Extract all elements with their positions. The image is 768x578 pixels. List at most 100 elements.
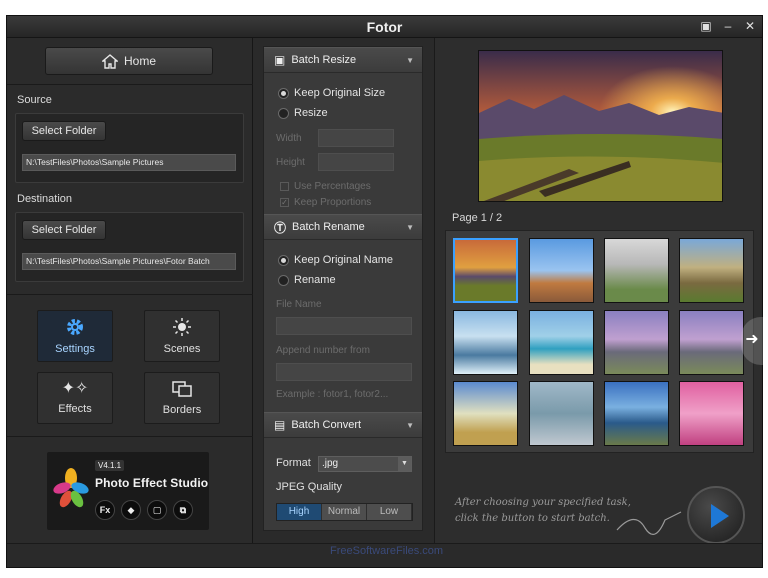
jpeg-quality-label: JPEG Quality: [276, 481, 343, 493]
source-label: Source: [17, 94, 52, 106]
radio-label: Keep Original Size: [294, 87, 386, 99]
batch-rename-header[interactable]: Ⓣ Batch Rename ▼: [264, 214, 422, 240]
thumbnail-grid: [445, 230, 754, 453]
keep-proportions-checkbox[interactable]: ✓ Keep Proportions: [280, 197, 371, 208]
home-icon: [101, 53, 118, 69]
section-title: Batch Rename: [292, 221, 365, 233]
checkbox-label: Keep Proportions: [294, 197, 372, 208]
append-number-input[interactable]: [276, 363, 412, 381]
watermark-text: FreeSoftwareFiles.com: [330, 545, 444, 557]
thumbnail[interactable]: [529, 310, 594, 375]
width-input[interactable]: [318, 129, 394, 147]
frames-icon: [172, 381, 192, 397]
file-name-input[interactable]: [276, 317, 412, 335]
thumbnail[interactable]: [679, 310, 744, 375]
format-label: Format: [276, 457, 311, 469]
resize-radio[interactable]: Resize: [278, 107, 328, 119]
radio-label: Rename: [294, 274, 336, 286]
home-button[interactable]: Home: [45, 47, 213, 75]
app-window: Fotor ▣ – ✕ Home Source Select Folder N:…: [6, 15, 763, 568]
divider: [7, 436, 253, 437]
left-panel: Home Source Select Folder N:\TestFiles\P…: [7, 38, 253, 543]
app-title: Fotor: [366, 19, 403, 35]
jpeg-quality-selector: High Normal Low: [276, 503, 413, 521]
source-path-field[interactable]: N:\TestFiles\Photos\Sample Pictures: [22, 154, 236, 171]
diamond-icon: ◆: [121, 500, 141, 520]
home-label: Home: [123, 54, 156, 68]
batch-convert-header[interactable]: ▤ Batch Convert ▼: [264, 412, 422, 438]
append-number-label: Append number from: [276, 345, 370, 356]
height-label: Height: [276, 157, 305, 168]
restore-icon[interactable]: ▣: [697, 18, 715, 34]
close-icon[interactable]: ✕: [741, 18, 759, 34]
thumbnail[interactable]: [679, 238, 744, 303]
page-indicator: Page 1 / 2: [452, 212, 503, 224]
tool-scenes[interactable]: Scenes: [144, 310, 220, 362]
rename-icon: Ⓣ: [274, 220, 287, 235]
thumbnail[interactable]: [453, 238, 518, 303]
quality-low[interactable]: Low: [367, 504, 412, 520]
destination-path-field[interactable]: N:\TestFiles\Photos\Sample Pictures\Foto…: [22, 253, 236, 270]
quality-high[interactable]: High: [277, 504, 322, 520]
destination-select-folder-button[interactable]: Select Folder: [22, 220, 106, 240]
tool-borders[interactable]: Borders: [144, 372, 220, 424]
fx-icon: Fx: [95, 500, 115, 520]
format-value: .jpg: [322, 458, 339, 469]
thumbnail[interactable]: [604, 381, 669, 446]
thumbnail[interactable]: [453, 381, 518, 446]
keep-original-size-radio[interactable]: Keep Original Size: [278, 87, 385, 99]
version-badge: V4.1.1: [95, 460, 125, 471]
thumbnail[interactable]: [679, 381, 744, 446]
batch-options-panel: ▣ Batch Resize ▼ Keep Original Size Resi…: [263, 46, 423, 531]
rename-radio[interactable]: Rename: [278, 274, 336, 286]
chevron-down-icon: ▼: [406, 223, 414, 232]
flower-logo-icon: [53, 468, 89, 508]
format-select[interactable]: .jpg ▼: [318, 456, 412, 472]
checkbox-box: ✓: [280, 198, 289, 207]
width-label: Width: [276, 133, 302, 144]
source-select-folder-button[interactable]: Select Folder: [22, 121, 106, 141]
photo-effect-studio-promo[interactable]: V4.1.1 Photo Effect Studio Fx ◆ ▢ ⧉: [47, 452, 209, 530]
thumbnail[interactable]: [453, 310, 518, 375]
sparkle-icon: ✦✧: [61, 380, 89, 397]
crop-frame-icon: ▢: [147, 500, 167, 520]
start-batch-play-button[interactable]: [687, 486, 745, 544]
thumbnail[interactable]: [529, 238, 594, 303]
divider: [7, 84, 253, 85]
use-percentages-checkbox[interactable]: Use Percentages: [280, 181, 371, 192]
thumbnail[interactable]: [529, 381, 594, 446]
chevron-down-icon: ▼: [406, 56, 414, 65]
divider: [7, 294, 253, 295]
tool-effects[interactable]: ✦✧ Effects: [37, 372, 113, 424]
radio-dot: [278, 274, 289, 286]
radio-label: Resize: [294, 107, 328, 119]
radio-label: Keep Original Name: [294, 254, 394, 266]
thumbnail[interactable]: [604, 310, 669, 375]
radio-dot: [278, 254, 289, 266]
tool-settings[interactable]: Settings: [37, 310, 113, 362]
crop-icon: ⧉: [173, 500, 193, 520]
keep-original-name-radio[interactable]: Keep Original Name: [278, 254, 393, 266]
start-hint-text: After choosing your specified task, clic…: [455, 497, 631, 524]
title-bar: Fotor ▣ – ✕: [7, 16, 762, 38]
destination-box: Select Folder N:\TestFiles\Photos\Sample…: [15, 212, 244, 282]
radio-dot: [278, 87, 289, 99]
destination-label: Destination: [17, 193, 73, 205]
product-name: Photo Effect Studio: [95, 476, 209, 490]
chevron-down-icon: ▼: [398, 457, 411, 471]
preview-image: [478, 50, 723, 202]
minimize-icon[interactable]: –: [719, 18, 737, 34]
document-icon: ▤: [274, 418, 286, 432]
quality-normal[interactable]: Normal: [322, 504, 367, 520]
rename-example: Example : fotor1, fotor2...: [276, 389, 389, 400]
tool-label: Effects: [58, 403, 92, 415]
curved-arrow-icon: [616, 511, 682, 535]
section-title: Batch Convert: [291, 419, 362, 431]
tool-label: Settings: [55, 343, 95, 355]
thumbnail[interactable]: [604, 238, 669, 303]
file-name-label: File Name: [276, 299, 322, 310]
sun-icon: [173, 318, 191, 336]
height-input[interactable]: [318, 153, 394, 171]
tool-label: Scenes: [163, 343, 201, 355]
batch-resize-header[interactable]: ▣ Batch Resize ▼: [264, 47, 422, 73]
